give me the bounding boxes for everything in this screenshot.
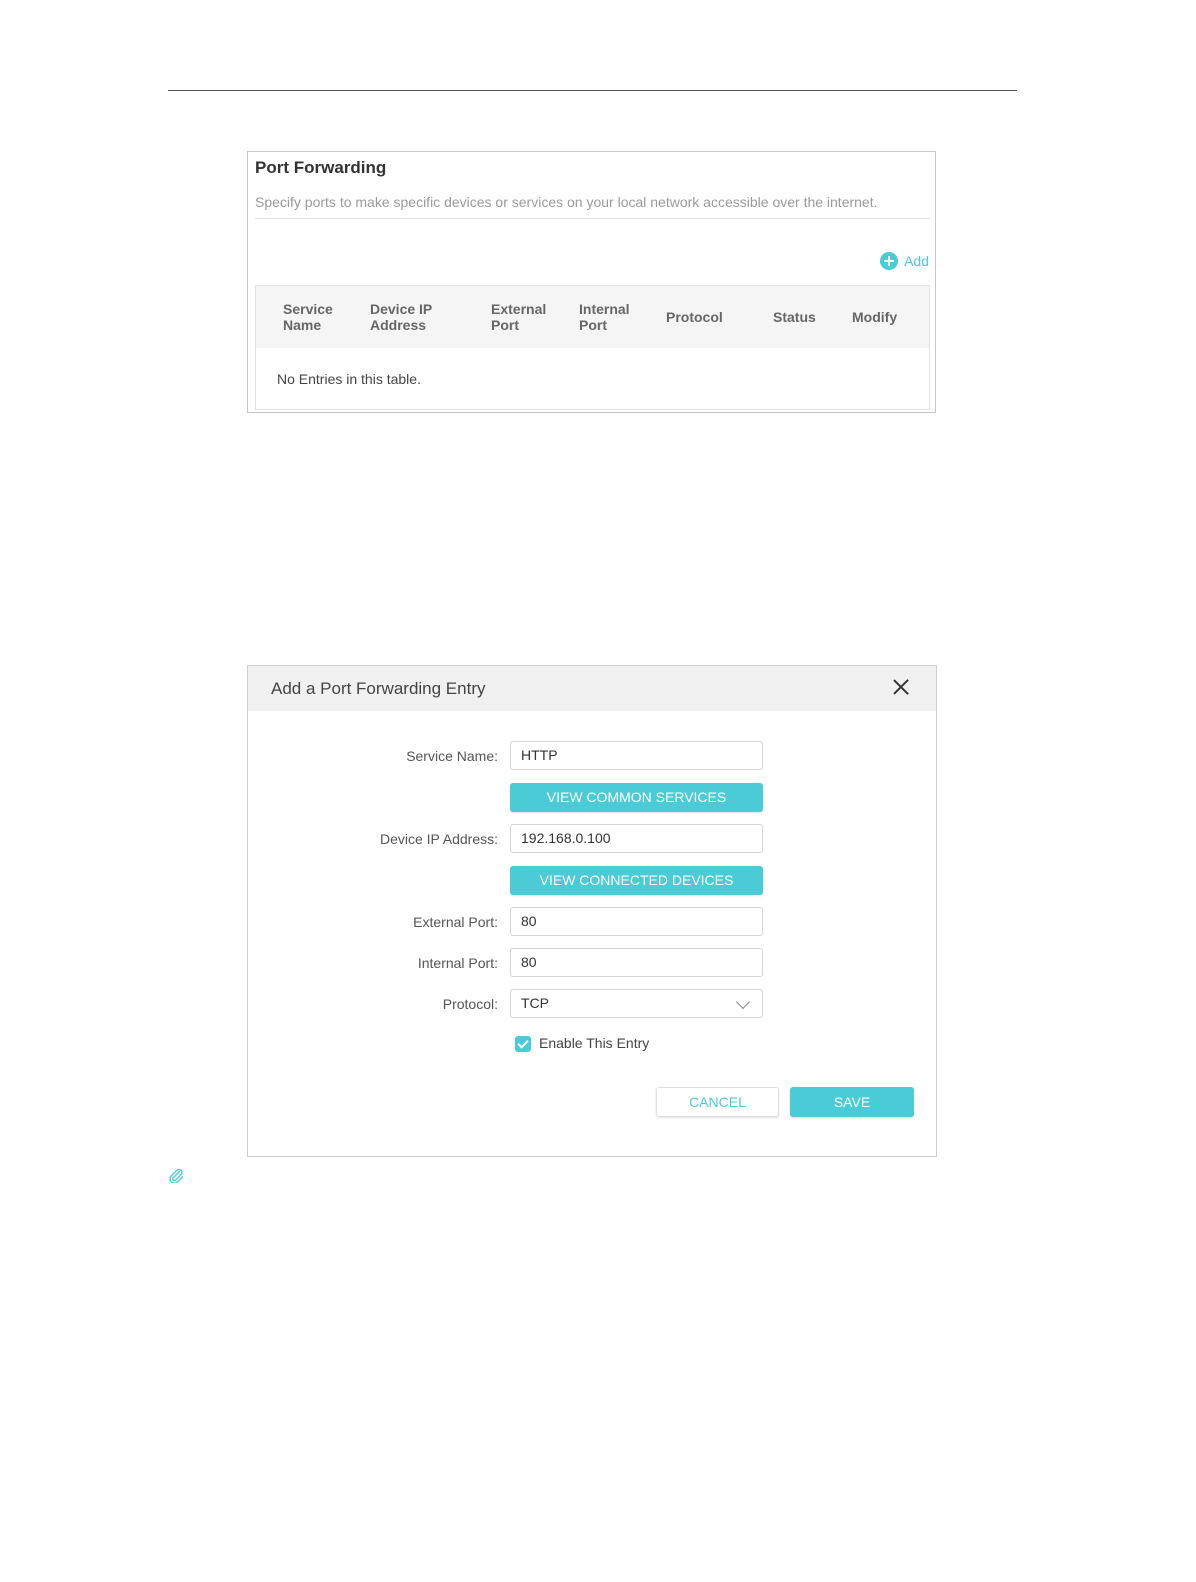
panel-title: Port Forwarding — [255, 158, 387, 177]
protocol-label: Protocol: — [442, 996, 498, 1012]
divider — [255, 218, 930, 219]
service-name-label: Service Name: — [406, 748, 498, 764]
enable-entry-label: Enable This Entry — [539, 1035, 650, 1051]
column-header-protocol: Protocol — [666, 309, 723, 325]
view-common-services-button[interactable]: VIEW COMMON SERVICES — [510, 783, 763, 812]
dialog-header: Add a Port Forwarding Entry — [248, 666, 936, 711]
column-header-service-name: Service Name — [283, 301, 333, 333]
protocol-selected-value: TCP — [521, 995, 549, 1011]
table-header: Service Name Device IP Address External Por… — [256, 286, 929, 348]
protocol-select[interactable]: TCP — [510, 989, 763, 1018]
column-header-device-ip: Device IP Address — [370, 301, 433, 333]
add-entry-dialog: Add a Port Forwarding Entry Service Name… — [247, 665, 937, 1157]
device-ip-input[interactable]: 192.168.0.100 — [510, 824, 763, 853]
plus-circle-icon — [880, 252, 899, 270]
internal-port-label: Internal Port: — [417, 955, 498, 971]
close-icon[interactable] — [892, 678, 910, 696]
enable-entry-checkbox[interactable] — [515, 1036, 531, 1052]
service-name-input[interactable]: HTTP — [510, 741, 763, 770]
add-button-label: Add — [904, 253, 929, 269]
external-port-input[interactable]: 80 — [510, 907, 763, 936]
chevron-down-icon — [735, 994, 751, 1010]
device-ip-label: Device IP Address: — [379, 831, 498, 847]
dialog-title: Add a Port Forwarding Entry — [271, 679, 486, 698]
view-connected-devices-button[interactable]: VIEW CONNECTED DEVICES — [510, 866, 763, 895]
column-header-modify: Modify — [852, 309, 898, 325]
paperclip-icon — [169, 1168, 184, 1183]
internal-port-input[interactable]: 80 — [510, 948, 763, 977]
add-button[interactable]: Add — [880, 252, 929, 270]
column-header-external-port: External Port — [491, 301, 547, 333]
save-button[interactable]: SAVE — [790, 1087, 914, 1117]
external-port-label: External Port: — [413, 914, 498, 930]
panel-description: Specify ports to make specific devices o… — [255, 194, 878, 210]
port-forwarding-panel: Port Forwarding Specify ports to make sp… — [247, 151, 936, 413]
empty-table-message: No Entries in this table. — [277, 371, 421, 387]
column-header-internal-port: Internal Port — [579, 301, 630, 333]
cancel-button[interactable]: CANCEL — [656, 1087, 779, 1117]
page-top-rule — [168, 90, 1017, 91]
column-header-status: Status — [773, 309, 816, 325]
port-forwarding-table: Service Name Device IP Address External Por… — [255, 285, 930, 410]
